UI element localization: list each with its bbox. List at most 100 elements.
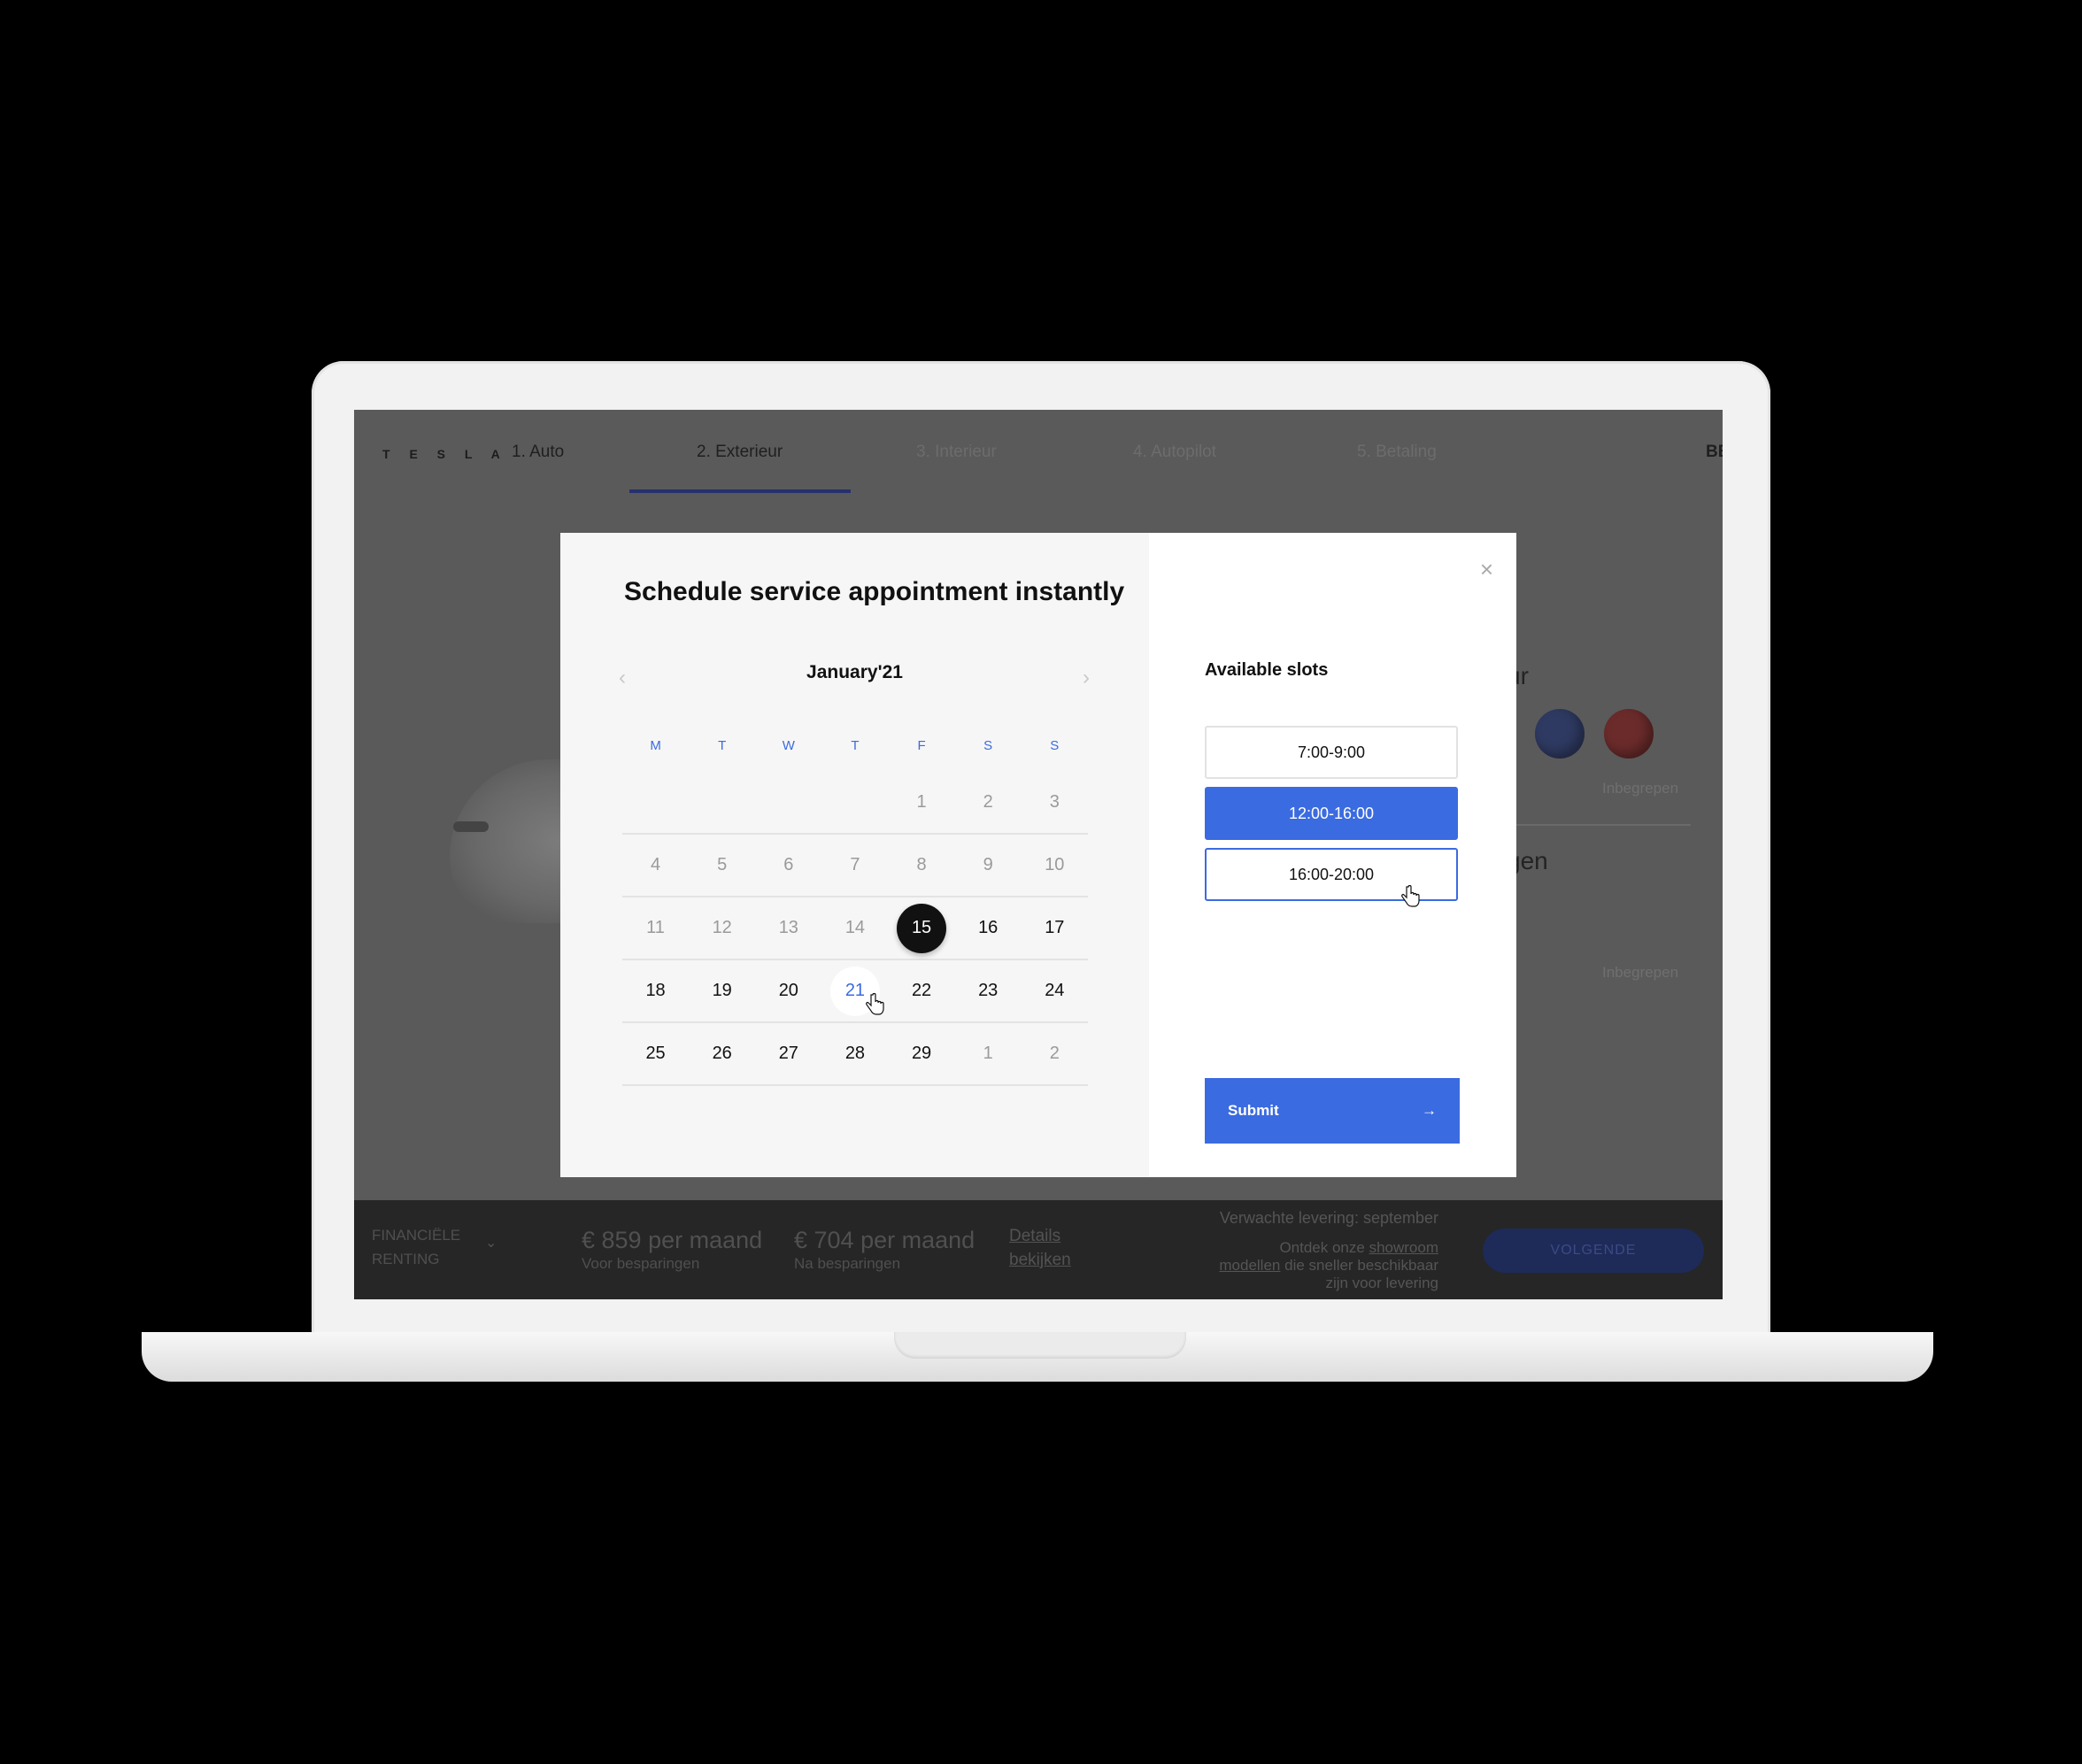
calendar-day-number: 10: [1045, 855, 1065, 874]
arrow-right-icon: →: [1422, 1102, 1437, 1119]
paint-swatch-blue[interactable]: [1535, 709, 1585, 759]
calendar-day: 11: [622, 904, 689, 953]
calendar-day: [622, 778, 689, 828]
calendar-day[interactable]: 28: [821, 1029, 888, 1079]
calendar-day: 4: [622, 841, 689, 890]
calendar-day[interactable]: 27: [755, 1029, 821, 1079]
calendar-day-number: [830, 778, 880, 828]
calendar-day[interactable]: 18: [622, 967, 689, 1016]
calendar-day-number: 7: [850, 855, 860, 874]
price-before: € 859 per maand: [582, 1227, 763, 1253]
slots-title: Available slots: [1205, 660, 1329, 680]
details-link-line1[interactable]: Details: [1009, 1227, 1060, 1246]
calendar-day-number: [698, 778, 747, 828]
slot-option[interactable]: 7:00-9:00: [1205, 726, 1458, 779]
step-auto[interactable]: 1. Auto: [512, 443, 564, 462]
top-navigation: T E S L A 1. Auto 2. Exterieur 3. Interi…: [354, 410, 1723, 498]
calendar-day-number: 27: [778, 1044, 798, 1063]
laptop-screen: T E S L A 1. Auto 2. Exterieur 3. Interi…: [354, 410, 1723, 1299]
calendar-day[interactable]: 25: [622, 1029, 689, 1079]
calendar-day-number: [631, 778, 681, 828]
weekday-label: F: [917, 738, 926, 753]
submit-button[interactable]: Submit →: [1205, 1078, 1460, 1144]
calendar-week-row: 4 5 6 7 8 9 10: [622, 835, 1088, 897]
showroom-line2: modellen die sneller beschikbaar: [1219, 1257, 1438, 1275]
delivery-estimate: Verwachte levering: september: [1219, 1209, 1438, 1227]
calendar-day: 9: [955, 841, 1022, 890]
calendar-day: 3: [1022, 778, 1088, 828]
paint-swatch-red[interactable]: [1604, 709, 1654, 759]
calendar-day-number: 23: [978, 981, 999, 1000]
chevron-right-icon[interactable]: ›: [1083, 666, 1090, 690]
calendar-day[interactable]: 23: [955, 967, 1022, 1016]
active-step-underline: [629, 489, 851, 493]
step-autopilot[interactable]: 4. Autopilot: [1133, 443, 1216, 462]
showroom-post: die sneller beschikbaar: [1284, 1257, 1438, 1274]
calendar-day-number: 14: [844, 918, 866, 937]
calendar-day[interactable]: 17: [1022, 904, 1088, 953]
step-exterieur[interactable]: 2. Exterieur: [697, 443, 783, 462]
calendar-day-number: 4: [651, 855, 661, 874]
calendar-day-number: 16: [978, 918, 999, 937]
calendar-day-number: 5: [717, 855, 728, 874]
submit-label: Submit: [1228, 1102, 1279, 1119]
calendar-day-number: 6: [783, 855, 794, 874]
calendar-month-label: January'21: [806, 662, 903, 682]
weekday-label: T: [851, 738, 860, 753]
calendar-day-number: 2: [983, 792, 993, 812]
slot-option-selected[interactable]: 12:00-16:00: [1205, 787, 1458, 840]
showroom-link[interactable]: showroom: [1369, 1239, 1438, 1256]
laptop-notch: [894, 1332, 1186, 1359]
price-after-label: Na besparingen: [794, 1255, 901, 1272]
next-button[interactable]: VOLGENDE: [1483, 1229, 1704, 1273]
chevron-down-icon[interactable]: ⌄: [485, 1234, 497, 1252]
calendar-day-number: 1: [916, 792, 927, 812]
step-betaling[interactable]: 5. Betaling: [1357, 443, 1437, 462]
financing-line2[interactable]: RENTING: [372, 1251, 440, 1268]
calendar-day[interactable]: 20: [755, 967, 821, 1016]
calendar-day-number: [764, 778, 814, 828]
calendar-grid: MTWTFSS 1 2 3 4 5 6 7 8 9 10 11 12 13 14 15 16 17 18 19 20 2…: [622, 738, 1088, 1086]
close-icon[interactable]: ×: [1480, 556, 1493, 583]
calendar-day-number: 13: [778, 918, 798, 937]
calendar-day[interactable]: 16: [955, 904, 1022, 953]
car-headlight: [453, 821, 489, 832]
financing-line1[interactable]: FINANCIËLE: [372, 1227, 460, 1244]
showroom-line3: zijn voor levering: [1325, 1275, 1438, 1291]
calendar-day-number: 22: [911, 981, 932, 1000]
calendar-day: 2: [955, 778, 1022, 828]
bottom-summary-bar: FINANCIËLE RENTING ⌄ € 859 per maand Voo…: [354, 1200, 1723, 1299]
calendar-day-selected[interactable]: 15: [889, 903, 955, 953]
models-link[interactable]: modellen: [1219, 1257, 1280, 1274]
tesla-logo[interactable]: T E S L A: [382, 447, 508, 461]
calendar-day[interactable]: 29: [889, 1029, 955, 1079]
calendar-day-number: 3: [1049, 792, 1060, 812]
weekday-label: W: [782, 738, 795, 753]
calendar-day: 13: [755, 904, 821, 953]
details-link-line2[interactable]: bekijken: [1009, 1251, 1071, 1270]
calendar-day: 1: [955, 1029, 1022, 1079]
language-selector[interactable]: BE: [1706, 443, 1723, 462]
price-before-label: Voor besparingen: [582, 1255, 700, 1272]
step-interieur[interactable]: 3. Interieur: [916, 443, 997, 462]
modal-title: Schedule service appointment instantly: [624, 577, 1125, 606]
calendar-week-row: 18 19 20 21 22 23 24: [622, 960, 1088, 1023]
calendar-day-number: 24: [1045, 981, 1065, 1000]
paint-included-label: Inbegrepen: [1602, 780, 1679, 797]
calendar-day[interactable]: 19: [689, 967, 755, 1016]
calendar-day[interactable]: 22: [889, 967, 955, 1016]
calendar-day-number: 29: [911, 1044, 932, 1063]
calendar-day[interactable]: 26: [689, 1029, 755, 1079]
slot-option-hover[interactable]: 16:00-20:00: [1205, 848, 1458, 901]
slots-panel: × Available slots 7:00-9:00 12:00-16:00 …: [1149, 533, 1516, 1177]
showroom-line1: Ontdek onze showroom: [1279, 1239, 1438, 1257]
calendar-day[interactable]: 24: [1022, 967, 1088, 1016]
calendar-week-row: 11 12 13 14 15 16 17: [622, 897, 1088, 960]
calendar-day-number: 8: [916, 855, 927, 874]
calendar-day-number: 28: [844, 1044, 866, 1063]
calendar-day-number: 18: [645, 981, 666, 1000]
car-image: [450, 759, 574, 923]
calendar-panel: Schedule service appointment instantly ‹…: [560, 533, 1149, 1177]
schedule-modal: Schedule service appointment instantly ‹…: [560, 533, 1516, 1177]
calendar-day: 7: [821, 841, 888, 890]
